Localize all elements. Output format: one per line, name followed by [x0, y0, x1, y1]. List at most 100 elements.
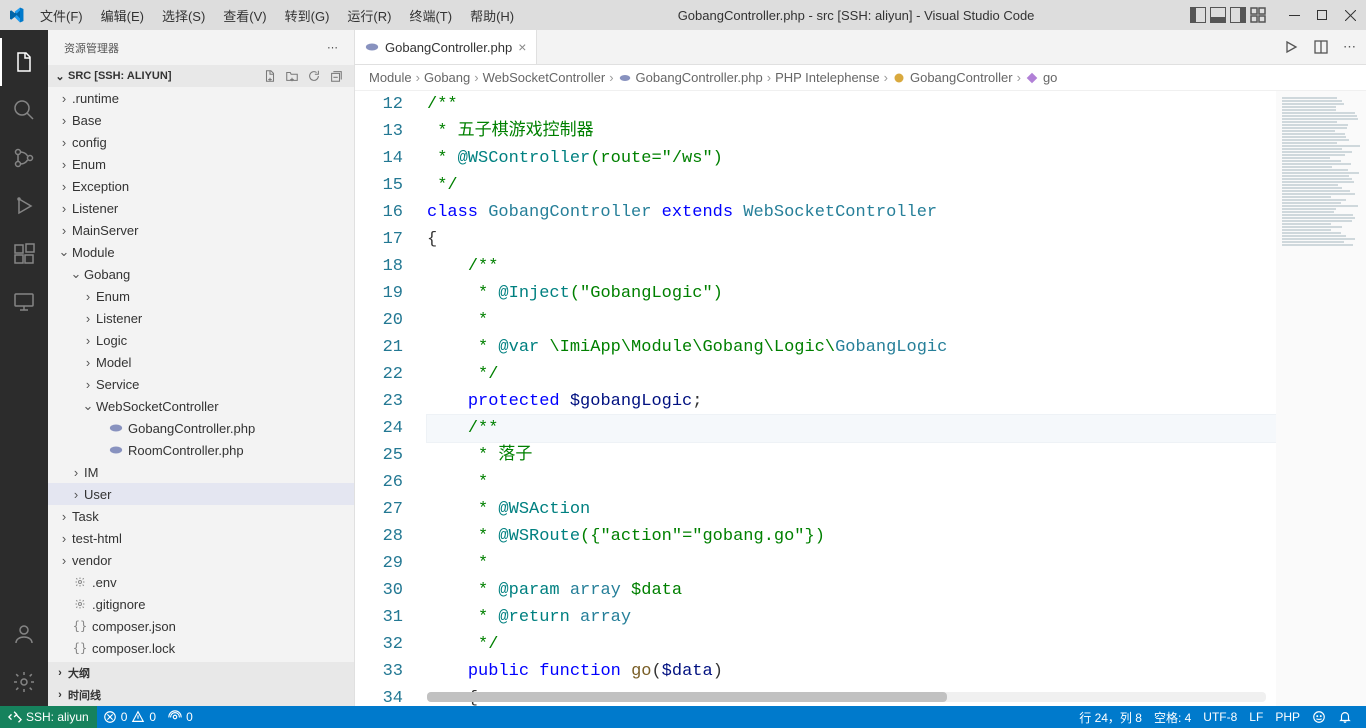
folder-item[interactable]: ›User [48, 483, 354, 505]
activity-remote-icon[interactable] [0, 278, 48, 326]
folder-item[interactable]: ›Base [48, 109, 354, 131]
file-item[interactable]: {}composer.lock [48, 637, 354, 659]
workspace-name: SRC [SSH: ALIYUN] [68, 70, 262, 82]
status-encoding[interactable]: UTF-8 [1197, 706, 1243, 728]
status-problems[interactable]: 0 0 [97, 706, 162, 728]
toggle-sidebar-icon[interactable] [1190, 7, 1206, 23]
folder-item[interactable]: ›config [48, 131, 354, 153]
menu-file[interactable]: 文件(F) [32, 2, 91, 29]
menu-run[interactable]: 运行(R) [339, 2, 399, 29]
folder-item[interactable]: ›Model [48, 351, 354, 373]
breadcrumb-item[interactable]: GobangController.php [636, 70, 763, 85]
breadcrumb-item[interactable]: PHP Intelephense [775, 70, 880, 85]
folder-item[interactable]: ⌄WebSocketController [48, 395, 354, 417]
status-bell-icon[interactable] [1332, 706, 1358, 728]
folder-item[interactable]: ›IM [48, 461, 354, 483]
sidebar-more-icon[interactable]: ⋯ [327, 41, 338, 54]
horizontal-scrollbar[interactable] [427, 692, 1266, 702]
activity-account-icon[interactable] [0, 610, 48, 658]
folder-item[interactable]: ›Enum [48, 285, 354, 307]
status-feedback-icon[interactable] [1306, 706, 1332, 728]
folder-item[interactable]: ›Enum [48, 153, 354, 175]
run-icon[interactable] [1283, 39, 1299, 55]
folder-item[interactable]: ›test-html [48, 527, 354, 549]
folder-item[interactable]: ›Listener [48, 197, 354, 219]
code-content[interactable]: /** * 五子棋游戏控制器 * @WSController(route="/w… [427, 91, 1366, 706]
activity-settings-icon[interactable] [0, 658, 48, 706]
menu-view[interactable]: 查看(V) [215, 2, 274, 29]
activity-debug-icon[interactable] [0, 182, 48, 230]
tree-item-label: .runtime [72, 91, 119, 106]
activity-scm-icon[interactable] [0, 134, 48, 182]
new-file-icon[interactable] [262, 68, 278, 84]
timeline-section-header[interactable]: › 时间线 [48, 684, 354, 706]
refresh-icon[interactable] [306, 68, 322, 84]
breadcrumb-item[interactable]: WebSocketController [483, 70, 606, 85]
split-editor-icon[interactable] [1313, 39, 1329, 55]
window-maximize-icon[interactable] [1314, 7, 1330, 23]
menu-bar: 文件(F) 编辑(E) 选择(S) 查看(V) 转到(G) 运行(R) 终端(T… [32, 2, 522, 29]
menu-goto[interactable]: 转到(G) [277, 2, 338, 29]
folder-item[interactable]: ›Task [48, 505, 354, 527]
activity-explorer-icon[interactable] [0, 38, 48, 86]
editor-more-icon[interactable]: ⋯ [1343, 39, 1356, 55]
file-item[interactable]: GobangController.php [48, 417, 354, 439]
new-folder-icon[interactable] [284, 68, 300, 84]
folder-item[interactable]: ›MainServer [48, 219, 354, 241]
tree-item-label: Model [96, 355, 131, 370]
tab-close-icon[interactable]: × [518, 39, 526, 55]
folder-item[interactable]: ›vendor [48, 549, 354, 571]
window-minimize-icon[interactable] [1286, 7, 1302, 23]
file-item[interactable]: RoomController.php [48, 439, 354, 461]
breadcrumb-item[interactable]: Gobang [424, 70, 470, 85]
breadcrumb-item[interactable]: Module [369, 70, 412, 85]
folder-item[interactable]: ›Listener [48, 307, 354, 329]
file-item[interactable]: .env [48, 571, 354, 593]
tree-item-label: RoomController.php [128, 443, 244, 458]
chevron-icon: › [68, 465, 84, 480]
breadcrumb[interactable]: Module›Gobang›WebSocketController›Gobang… [355, 65, 1366, 91]
activity-extensions-icon[interactable] [0, 230, 48, 278]
outline-section-header[interactable]: › 大纲 [48, 662, 354, 684]
window-close-icon[interactable] [1342, 7, 1358, 23]
toggle-secondary-sidebar-icon[interactable] [1230, 7, 1246, 23]
code-area[interactable]: 1213141516171819202122232425262728293031… [355, 91, 1366, 706]
outline-title: 大纲 [68, 665, 350, 681]
toggle-panel-icon[interactable] [1210, 7, 1226, 23]
file-item[interactable]: {}composer.json [48, 615, 354, 637]
status-language[interactable]: PHP [1269, 706, 1306, 728]
status-eol[interactable]: LF [1243, 706, 1269, 728]
menu-terminal[interactable]: 终端(T) [401, 2, 460, 29]
collapse-all-icon[interactable] [328, 68, 344, 84]
activity-search-icon[interactable] [0, 86, 48, 134]
php-file-icon [365, 40, 379, 54]
folder-item[interactable]: ›Logic [48, 329, 354, 351]
folder-item[interactable]: ⌄Gobang [48, 263, 354, 285]
status-cursor[interactable]: 行 24，列 8 [1073, 706, 1148, 728]
breadcrumb-item[interactable]: go [1043, 70, 1057, 85]
explorer-section-header[interactable]: ⌄ SRC [SSH: ALIYUN] [48, 65, 354, 87]
menu-help[interactable]: 帮助(H) [462, 2, 522, 29]
chevron-down-icon: ⌄ [52, 70, 68, 83]
minimap[interactable] [1276, 91, 1366, 706]
status-indent[interactable]: 空格: 4 [1148, 706, 1197, 728]
breadcrumb-item[interactable]: GobangController [910, 70, 1013, 85]
file-item[interactable]: .gitignore [48, 593, 354, 615]
menu-select[interactable]: 选择(S) [154, 2, 213, 29]
chevron-icon: › [68, 487, 84, 502]
chevron-icon: › [56, 135, 72, 150]
folder-item[interactable]: ›Service [48, 373, 354, 395]
tree-item-label: Base [72, 113, 102, 128]
folder-item[interactable]: ›Exception [48, 175, 354, 197]
status-remote[interactable]: SSH: aliyun [0, 706, 97, 728]
customize-layout-icon[interactable] [1250, 7, 1266, 23]
tree-item-label: .env [92, 575, 117, 590]
chevron-icon: › [80, 377, 96, 392]
status-ports[interactable]: 0 [162, 706, 199, 728]
scrollbar-thumb[interactable] [427, 692, 947, 702]
file-tree[interactable]: ›.runtime›Base›config›Enum›Exception›Lis… [48, 87, 354, 662]
folder-item[interactable]: ›.runtime [48, 87, 354, 109]
tab-gobangcontroller[interactable]: GobangController.php × [355, 30, 537, 64]
menu-edit[interactable]: 编辑(E) [93, 2, 152, 29]
folder-item[interactable]: ⌄Module [48, 241, 354, 263]
